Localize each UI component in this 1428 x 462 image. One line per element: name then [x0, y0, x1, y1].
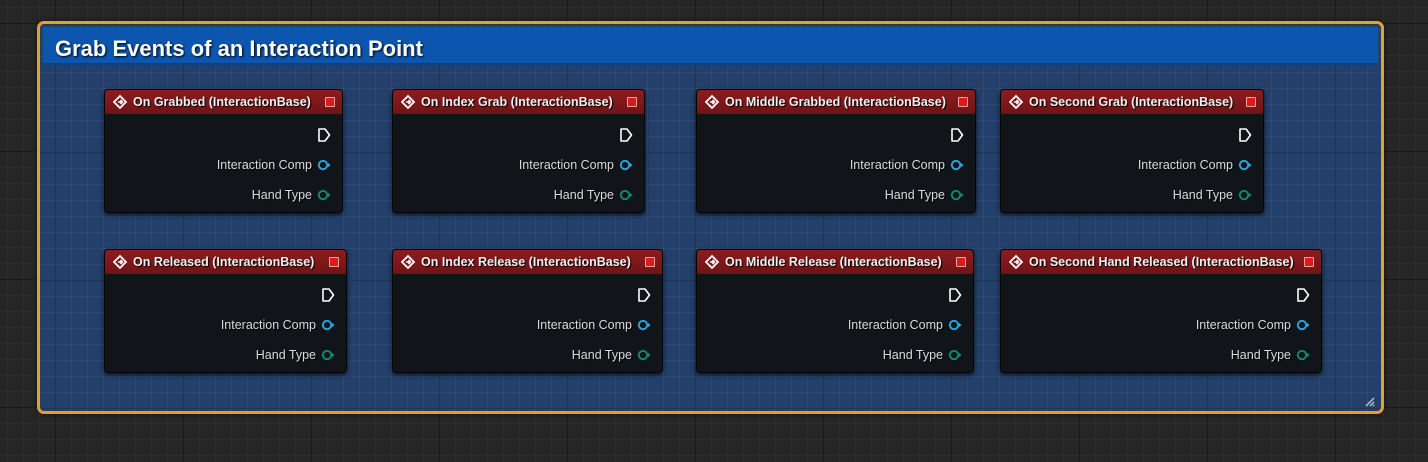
- delegate-pin-icon[interactable]: [956, 257, 966, 267]
- hand-type-pin[interactable]: Hand Type: [554, 187, 633, 203]
- pin-label: Interaction Comp: [220, 318, 316, 332]
- interaction-comp-pin[interactable]: Interaction Comp: [537, 317, 651, 333]
- hand-type-pin[interactable]: Hand Type: [883, 347, 962, 363]
- exec-output-pin-icon[interactable]: [619, 127, 633, 143]
- pin-label: Hand Type: [571, 348, 632, 362]
- hand-type-pin[interactable]: Hand Type: [572, 347, 651, 363]
- node-header[interactable]: On Grabbed (InteractionBase): [105, 90, 342, 114]
- event-node-on-grabbed[interactable]: On Grabbed (InteractionBase) Interaction…: [104, 89, 343, 213]
- event-node-on-released[interactable]: On Released (InteractionBase) Interactio…: [104, 249, 347, 373]
- exec-output-pin-icon[interactable]: [948, 287, 962, 303]
- comment-header[interactable]: Grab Events of an Interaction Point: [43, 27, 1378, 65]
- node-header[interactable]: On Second Grab (InteractionBase): [1001, 90, 1263, 114]
- interaction-comp-pin[interactable]: Interaction Comp: [850, 157, 964, 173]
- object-pin-icon[interactable]: [619, 159, 633, 171]
- interaction-comp-pin[interactable]: Interaction Comp: [519, 157, 633, 173]
- pin-label: Hand Type: [1230, 348, 1291, 362]
- object-pin-icon[interactable]: [321, 319, 335, 331]
- node-title: On Middle Grabbed (InteractionBase): [725, 95, 946, 109]
- delegate-pin-icon[interactable]: [958, 97, 968, 107]
- hand-type-pin[interactable]: Hand Type: [1231, 347, 1310, 363]
- enum-pin-icon[interactable]: [950, 189, 964, 201]
- pin-label: Hand Type: [251, 188, 312, 202]
- enum-pin-icon[interactable]: [1296, 349, 1310, 361]
- hand-type-pin[interactable]: Hand Type: [1173, 187, 1252, 203]
- pin-label: Interaction Comp: [849, 158, 945, 172]
- exec-output-pin-icon[interactable]: [317, 127, 331, 143]
- event-node-on-second-hand-released[interactable]: On Second Hand Released (InteractionBase…: [1000, 249, 1322, 373]
- pin-label: Interaction Comp: [536, 318, 632, 332]
- node-header[interactable]: On Index Release (InteractionBase): [393, 250, 662, 274]
- delegate-pin-icon[interactable]: [1304, 257, 1314, 267]
- event-icon: [1009, 95, 1023, 109]
- exec-output-pin-icon[interactable]: [321, 287, 335, 303]
- object-pin-icon[interactable]: [948, 319, 962, 331]
- delegate-pin-icon[interactable]: [645, 257, 655, 267]
- event-icon: [705, 255, 719, 269]
- pin-label: Interaction Comp: [518, 158, 614, 172]
- enum-pin-icon[interactable]: [948, 349, 962, 361]
- exec-output-pin-icon[interactable]: [950, 127, 964, 143]
- interaction-comp-pin[interactable]: Interaction Comp: [1138, 157, 1252, 173]
- pin-label: Hand Type: [553, 188, 614, 202]
- event-node-on-index-release[interactable]: On Index Release (InteractionBase) Inter…: [392, 249, 663, 373]
- event-node-on-index-grab[interactable]: On Index Grab (InteractionBase) Interact…: [392, 89, 645, 213]
- interaction-comp-pin[interactable]: Interaction Comp: [217, 157, 331, 173]
- pin-label: Hand Type: [1172, 188, 1233, 202]
- pin-label: Hand Type: [255, 348, 316, 362]
- node-header[interactable]: On Second Hand Released (InteractionBase…: [1001, 250, 1321, 274]
- node-header[interactable]: On Index Grab (InteractionBase): [393, 90, 644, 114]
- object-pin-icon[interactable]: [317, 159, 331, 171]
- enum-pin-icon[interactable]: [317, 189, 331, 201]
- comment-title[interactable]: Grab Events of an Interaction Point: [55, 36, 423, 62]
- exec-output-pin-icon[interactable]: [1296, 287, 1310, 303]
- hand-type-pin[interactable]: Hand Type: [256, 347, 335, 363]
- object-pin-icon[interactable]: [637, 319, 651, 331]
- enum-pin-icon[interactable]: [619, 189, 633, 201]
- object-pin-icon[interactable]: [1238, 159, 1252, 171]
- interaction-comp-pin[interactable]: Interaction Comp: [848, 317, 962, 333]
- node-title: On Index Grab (InteractionBase): [421, 95, 613, 109]
- pin-label: Hand Type: [884, 188, 945, 202]
- interaction-comp-pin[interactable]: Interaction Comp: [1196, 317, 1310, 333]
- hand-type-pin[interactable]: Hand Type: [885, 187, 964, 203]
- event-node-on-second-grab[interactable]: On Second Grab (InteractionBase) Interac…: [1000, 89, 1264, 213]
- delegate-pin-icon[interactable]: [325, 97, 335, 107]
- node-title: On Released (InteractionBase): [133, 255, 315, 269]
- event-icon: [705, 95, 719, 109]
- delegate-pin-icon[interactable]: [329, 257, 339, 267]
- enum-pin-icon[interactable]: [1238, 189, 1252, 201]
- event-node-on-middle-grabbed[interactable]: On Middle Grabbed (InteractionBase) Inte…: [696, 89, 976, 213]
- pin-label: Interaction Comp: [847, 318, 943, 332]
- node-title: On Index Release (InteractionBase): [421, 255, 631, 269]
- pin-label: Interaction Comp: [216, 158, 312, 172]
- enum-pin-icon[interactable]: [637, 349, 651, 361]
- pin-label: Hand Type: [882, 348, 943, 362]
- node-header[interactable]: On Released (InteractionBase): [105, 250, 346, 274]
- delegate-pin-icon[interactable]: [627, 97, 637, 107]
- node-title: On Second Hand Released (InteractionBase…: [1029, 255, 1294, 269]
- event-icon: [401, 95, 415, 109]
- object-pin-icon[interactable]: [1296, 319, 1310, 331]
- hand-type-pin[interactable]: Hand Type: [252, 187, 331, 203]
- event-icon: [401, 255, 415, 269]
- event-icon: [113, 95, 127, 109]
- event-icon: [1009, 255, 1023, 269]
- node-header[interactable]: On Middle Release (InteractionBase): [697, 250, 973, 274]
- delegate-pin-icon[interactable]: [1246, 97, 1256, 107]
- enum-pin-icon[interactable]: [321, 349, 335, 361]
- pin-label: Interaction Comp: [1195, 318, 1291, 332]
- pin-label: Interaction Comp: [1137, 158, 1233, 172]
- node-header[interactable]: On Middle Grabbed (InteractionBase): [697, 90, 975, 114]
- resize-handle-icon[interactable]: [1363, 395, 1375, 407]
- exec-output-pin-icon[interactable]: [1238, 127, 1252, 143]
- node-title: On Middle Release (InteractionBase): [725, 255, 942, 269]
- exec-output-pin-icon[interactable]: [637, 287, 651, 303]
- event-icon: [113, 255, 127, 269]
- event-node-on-middle-release[interactable]: On Middle Release (InteractionBase) Inte…: [696, 249, 974, 373]
- node-title: On Grabbed (InteractionBase): [133, 95, 311, 109]
- node-title: On Second Grab (InteractionBase): [1029, 95, 1234, 109]
- object-pin-icon[interactable]: [950, 159, 964, 171]
- interaction-comp-pin[interactable]: Interaction Comp: [221, 317, 335, 333]
